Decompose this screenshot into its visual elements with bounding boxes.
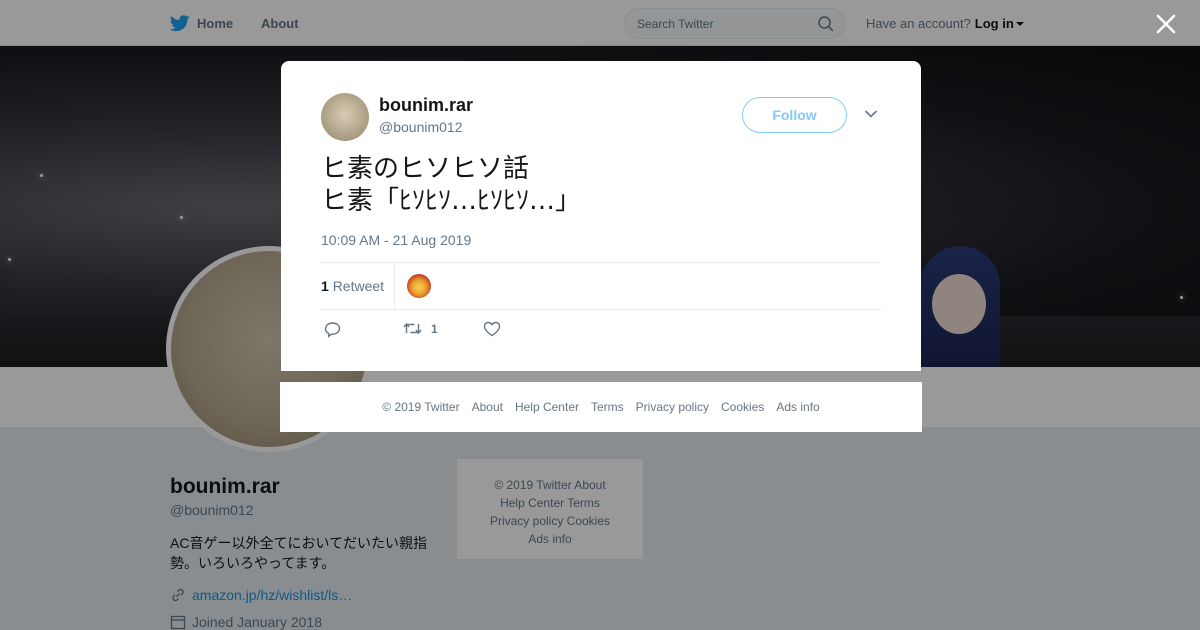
tweet-author-handle[interactable]: @bounim012: [379, 119, 463, 135]
tweet-author-avatar[interactable]: [321, 93, 369, 141]
retweet-count: 1: [431, 321, 438, 336]
retweet-stat[interactable]: 1 Retweet: [321, 278, 384, 294]
footer-copyright: © 2019 Twitter: [382, 400, 460, 414]
chevron-down-icon[interactable]: [864, 109, 878, 119]
retweet-stat-label: Retweet: [332, 278, 385, 294]
follow-button[interactable]: Follow: [742, 97, 847, 133]
retweet-button[interactable]: 1: [403, 321, 438, 336]
reply-button[interactable]: [324, 321, 341, 338]
tweet-author-name[interactable]: bounim.rar: [379, 95, 473, 116]
footer-link-about[interactable]: About: [472, 400, 503, 414]
retweet-icon: [403, 322, 422, 335]
stat-divider: [394, 263, 395, 309]
tweet-permalink-modal: bounim.rar @bounim012 Follow ヒ素のヒソヒソ話 ヒ素…: [281, 61, 921, 371]
footer-link-privacy[interactable]: Privacy policy: [636, 400, 709, 414]
tweet-stats: 1 Retweet: [321, 262, 881, 310]
retweeter-avatar[interactable]: [407, 274, 431, 298]
modal-footer: © 2019 Twitter About Help Center Terms P…: [280, 382, 922, 432]
like-button[interactable]: [483, 321, 501, 337]
tweet-text: ヒ素のヒソヒソ話 ヒ素「ﾋｿﾋｿ…ﾋｿﾋｿ…」: [321, 154, 582, 216]
tweet-timestamp[interactable]: 10:09 AM - 21 Aug 2019: [321, 232, 471, 248]
close-icon[interactable]: [1154, 12, 1178, 36]
footer-link-cookies[interactable]: Cookies: [721, 400, 764, 414]
footer-link-terms[interactable]: Terms: [591, 400, 624, 414]
heart-icon: [483, 321, 501, 337]
reply-icon: [324, 322, 341, 338]
footer-link-ads-info[interactable]: Ads info: [776, 400, 819, 414]
footer-link-help-center[interactable]: Help Center: [515, 400, 579, 414]
retweet-stat-count: 1: [321, 278, 329, 294]
